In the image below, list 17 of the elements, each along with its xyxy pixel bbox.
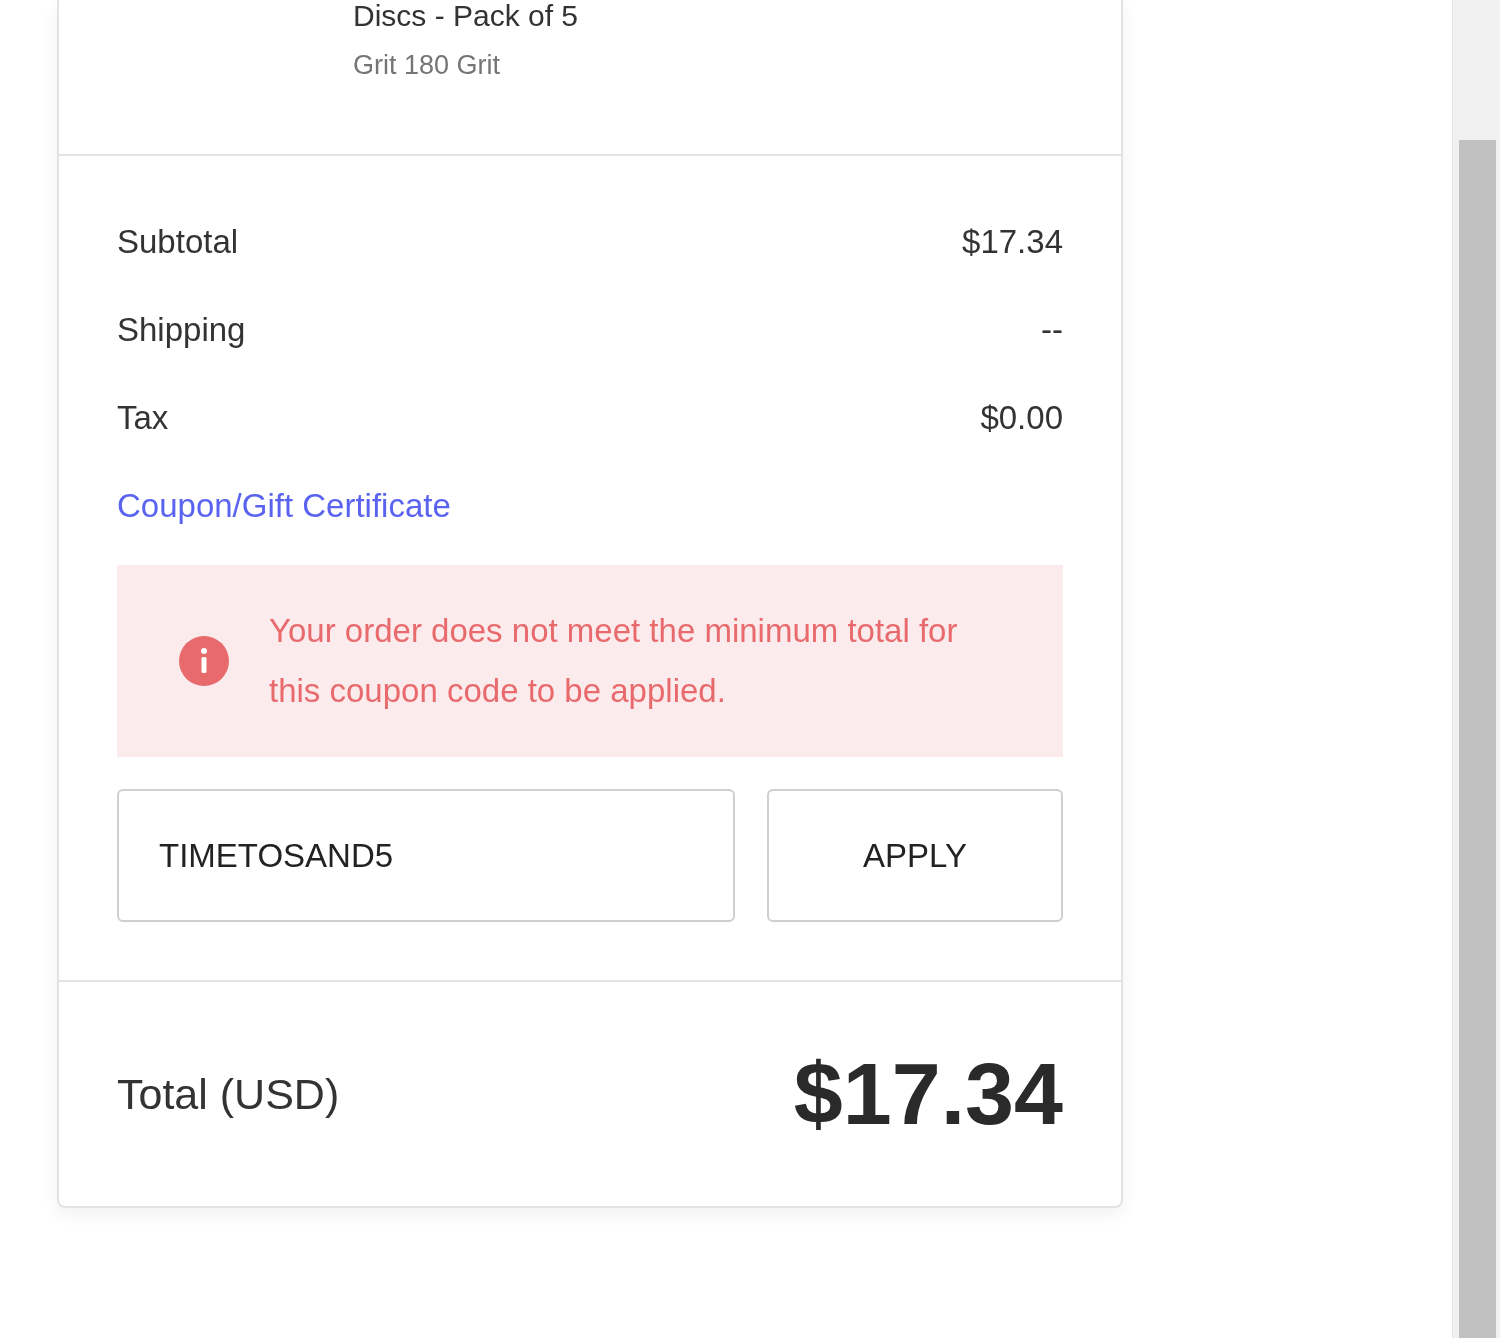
info-icon [179, 636, 229, 686]
scrollbar-thumb[interactable] [1459, 140, 1496, 1338]
apply-button[interactable]: APPLY [767, 789, 1063, 922]
summary-value: $17.34 [962, 223, 1063, 261]
total-label: Total (USD) [117, 1069, 340, 1119]
summary-value: $0.00 [980, 399, 1063, 437]
alert-message: Your order does not meet the minimum total for this coupon code to be applied. [269, 611, 959, 711]
scrollbar[interactable] [1452, 0, 1500, 1338]
product-name: Discs - Pack of 5 [353, 0, 580, 32]
summary-label: Tax [117, 399, 169, 437]
coupon-code-field[interactable]: TIMETOSAND5 [117, 789, 735, 922]
product-variant: Grit 180 Grit [353, 49, 502, 82]
coupon-link[interactable]: Coupon/Gift Certificate [117, 487, 451, 525]
summary-label: Shipping [117, 311, 246, 349]
total-value: $17.34 [793, 1043, 1063, 1145]
summary-value: -- [1041, 311, 1063, 349]
summary-label: Subtotal [117, 223, 239, 261]
